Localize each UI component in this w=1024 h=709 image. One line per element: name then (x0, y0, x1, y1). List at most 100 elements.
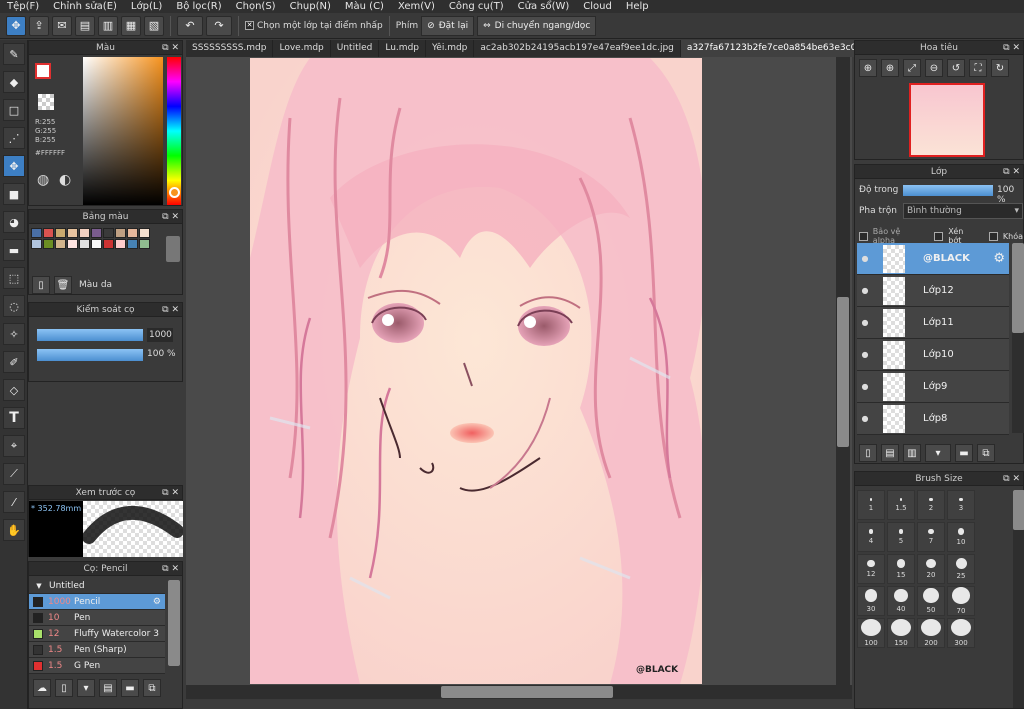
grid-icon[interactable]: ▦ (121, 15, 141, 36)
palette-swatch[interactable] (139, 239, 150, 249)
brush-size-cell[interactable]: 12 (857, 554, 885, 584)
palette-swatch[interactable] (55, 228, 66, 238)
brush-size-cell[interactable]: 15 (887, 554, 915, 584)
brush-item[interactable]: 10 Pen (29, 610, 165, 626)
layer-row[interactable]: ● @BLACK ⚙ (857, 243, 1009, 275)
layer-row[interactable]: ● Lớp9 (857, 371, 1009, 403)
transparent-swatch[interactable] (38, 94, 54, 110)
palette-swatch[interactable] (127, 239, 138, 249)
bucket-tool-icon[interactable]: ◕ (3, 211, 25, 233)
panel-close-icon[interactable]: ⧉ ✕ (1003, 41, 1020, 55)
page-icon[interactable]: ▥ (98, 15, 118, 36)
panel-close-icon[interactable]: ⧉ ✕ (1003, 472, 1020, 486)
copy-brush-icon[interactable]: ▤ (99, 679, 117, 697)
brush-group[interactable]: ▼ Untitled (29, 578, 165, 594)
document-tab[interactable]: Yêi.mdp (426, 40, 475, 57)
text-tool-icon[interactable]: T (3, 407, 25, 429)
palette-swatch[interactable] (91, 239, 102, 249)
eyedropper-icon[interactable]: ⟋ (3, 463, 25, 485)
menu-item-5[interactable]: Chụp(N) (283, 0, 338, 13)
brush-item[interactable]: 12 Fluffy Watercolor 3 (29, 626, 165, 642)
palette-swatch[interactable] (31, 239, 42, 249)
zoom-out-icon[interactable]: ⊖ (925, 59, 943, 77)
palette-swatch[interactable] (43, 228, 54, 238)
menu-item-11[interactable]: Help (619, 0, 656, 13)
rotate-left-icon[interactable]: ↺ (947, 59, 965, 77)
zoom-in-icon[interactable]: ⊕ (859, 59, 877, 77)
eye-icon[interactable]: ● (857, 254, 873, 263)
duplicate-brush-icon[interactable]: ⧉ (143, 679, 161, 697)
canvas-vertical-scrollbar[interactable] (836, 57, 850, 685)
reset-button[interactable]: ⊘ Đặt lại (421, 15, 475, 36)
fit-icon[interactable]: ⤢ (903, 59, 921, 77)
duplicate-layer-icon[interactable]: ⧉ (977, 444, 995, 462)
panel-close-icon[interactable]: ⧉ ✕ (162, 41, 179, 55)
select-pen-icon[interactable]: ✐ (3, 351, 25, 373)
size-slider[interactable] (37, 329, 143, 341)
copy-layer-icon[interactable]: ▥ (903, 444, 921, 462)
dot-tool-icon[interactable]: ⋰ (3, 127, 25, 149)
alpha-protect-checkbox[interactable] (859, 231, 868, 241)
export-icon[interactable]: ⇪ (29, 15, 49, 36)
panel-close-icon[interactable]: ⧉ ✕ (1003, 165, 1020, 179)
eye-icon[interactable]: ● (857, 350, 873, 359)
document-tab[interactable]: SSSSSSSSS.mdp (186, 40, 274, 57)
brush-item[interactable]: 1.5 G Pen (29, 658, 165, 674)
add-brush-icon[interactable]: ▾ (77, 679, 95, 697)
select-layer-checkbox[interactable]: ✕ Chọn một lớp tại điểm nhấp (245, 21, 383, 31)
navigator-thumbnail[interactable] (909, 83, 985, 157)
blend-mode-select[interactable]: Bình thường ▾ (903, 203, 1023, 219)
color-mixer-icon[interactable]: ◐ (59, 172, 71, 188)
gradient-tool-icon[interactable]: ▬ (3, 239, 25, 261)
layer-folder-icon[interactable]: ▬ (955, 444, 973, 462)
hue-slider[interactable] (167, 57, 181, 205)
brush-size-cell[interactable]: 5 (887, 522, 915, 552)
brush-size-cell[interactable]: 4 (857, 522, 885, 552)
artwork-canvas[interactable]: @BLACK (250, 58, 702, 684)
size-value[interactable]: 1000 (147, 328, 173, 342)
palette-swatch[interactable] (31, 228, 42, 238)
shape-tool-icon[interactable]: □ (3, 99, 25, 121)
magic-wand-icon[interactable]: ✧ (3, 323, 25, 345)
opacity-slider[interactable] (37, 349, 143, 361)
lock-checkbox[interactable] (989, 231, 998, 241)
palette-swatch[interactable] (115, 239, 126, 249)
menu-item-4[interactable]: Chọn(S) (229, 0, 283, 13)
menu-item-9[interactable]: Cửa sổ(W) (511, 0, 577, 13)
panel-close-icon[interactable]: ⧉ ✕ (162, 562, 179, 576)
color-picker-square[interactable] (83, 57, 163, 205)
brush-size-cell[interactable]: 20 (917, 554, 945, 584)
gear-icon[interactable]: ⚙ (993, 251, 1005, 266)
document-tab[interactable]: Love.mdp (273, 40, 331, 57)
panel-close-icon[interactable]: ⧉ ✕ (162, 210, 179, 224)
panel-close-icon[interactable]: ⧉ ✕ (162, 303, 179, 317)
document-tab[interactable]: Untitled (331, 40, 380, 57)
new-palette-icon[interactable]: ▯ (32, 276, 50, 294)
select-tool-icon[interactable]: ⬚ (3, 267, 25, 289)
layer-list-scrollbar[interactable] (1012, 243, 1024, 433)
brush-size-cell[interactable]: 30 (857, 586, 885, 616)
hand-tool-icon[interactable]: ✋ (3, 519, 25, 541)
brush-size-cell[interactable]: 200 (917, 618, 945, 648)
palette-wheel-icon[interactable]: ◍ (37, 172, 49, 188)
rotate-right-icon[interactable]: ↻ (991, 59, 1009, 77)
brush-item[interactable]: 1.5 Pen (Sharp) (29, 642, 165, 658)
panel-close-icon[interactable]: ⧉ ✕ (162, 486, 179, 500)
menu-item-7[interactable]: Xem(V) (391, 0, 442, 13)
menu-item-3[interactable]: Bộ lọc(R) (169, 0, 228, 13)
brush-size-cell[interactable]: 1 (857, 490, 885, 520)
new-layer-icon[interactable]: ▯ (859, 444, 877, 462)
brush-size-cell[interactable]: 3 (947, 490, 975, 520)
canvas-horizontal-scrollbar[interactable] (186, 685, 852, 699)
folder-icon[interactable]: ▬ (121, 679, 139, 697)
document-tab[interactable]: Lu.mdp (379, 40, 426, 57)
note-icon[interactable]: ▤ (75, 15, 95, 36)
palette-swatch[interactable] (67, 228, 78, 238)
eye-icon[interactable]: ● (857, 286, 873, 295)
palette-swatch[interactable] (91, 228, 102, 238)
menu-item-0[interactable]: Tệp(F) (0, 0, 46, 13)
zoom-in-2-icon[interactable]: ⊕ (881, 59, 899, 77)
menu-item-2[interactable]: Lớp(L) (124, 0, 169, 13)
palette-swatch[interactable] (55, 239, 66, 249)
brush-tool-icon[interactable]: ✎ (3, 43, 25, 65)
